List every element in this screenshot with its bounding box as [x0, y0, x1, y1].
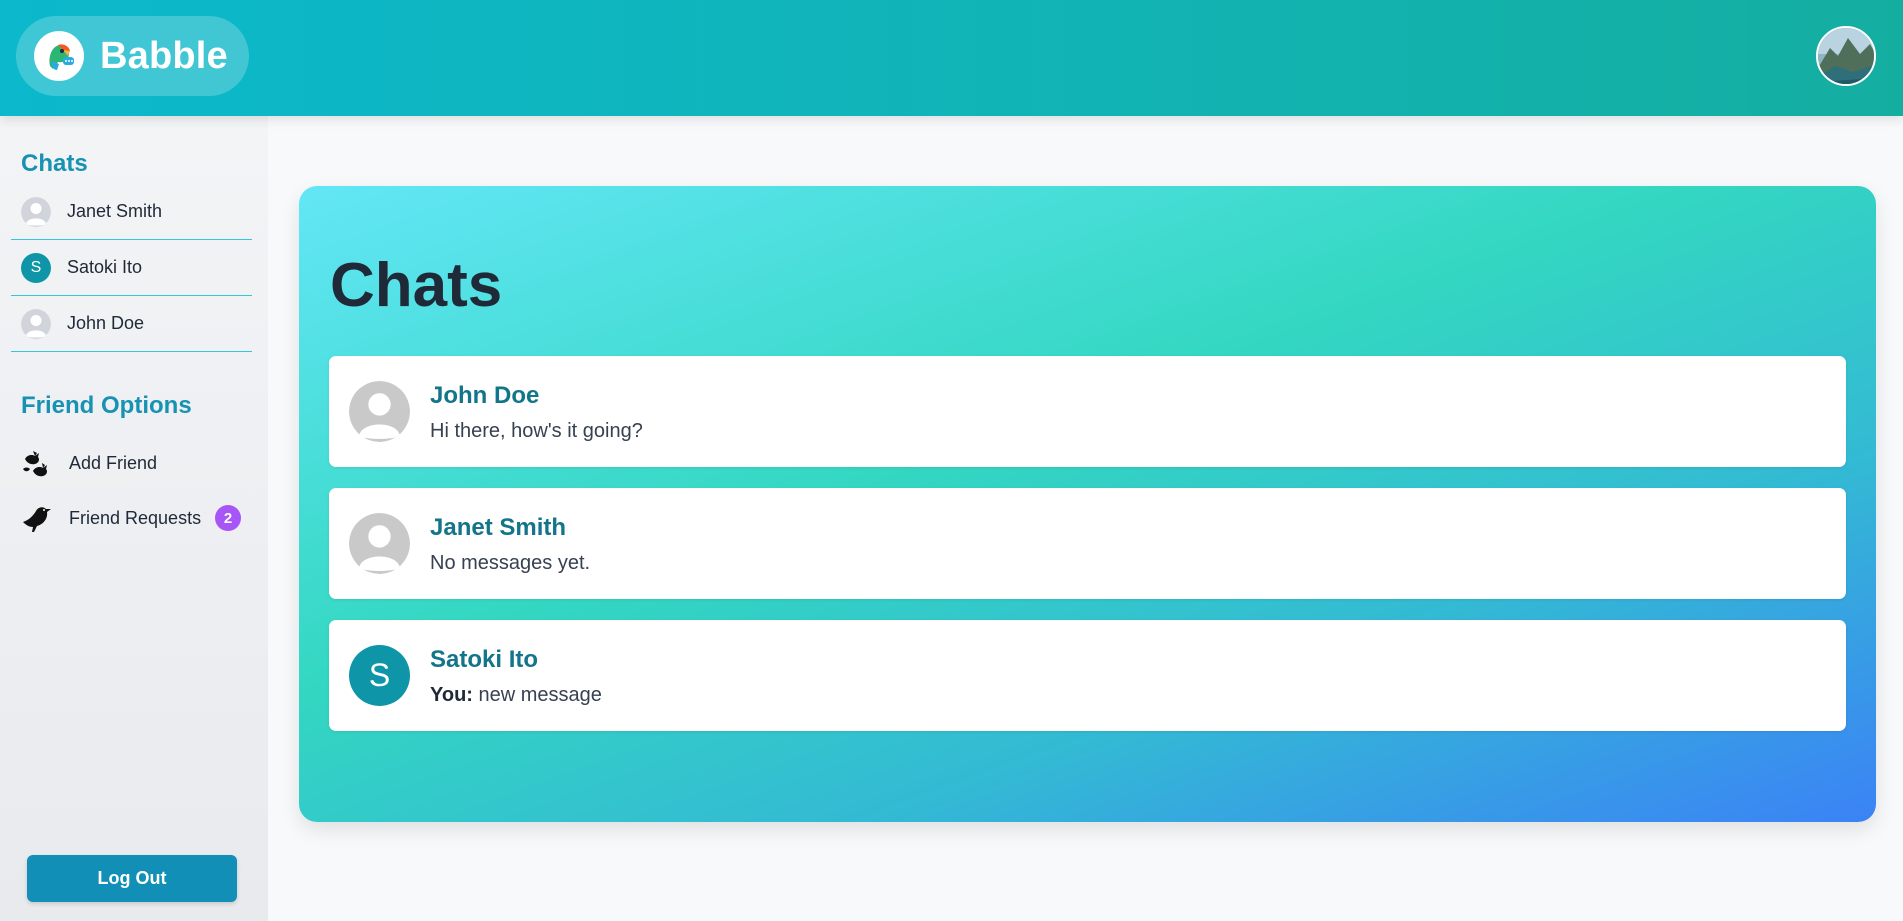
conversation-preview: No messages yet.	[430, 552, 591, 574]
sidebar-chat-satoki-ito[interactable]: S Satoki Ito	[11, 240, 252, 296]
add-friend-link[interactable]: Add Friend	[11, 435, 252, 491]
conversation-name: Satoki Ito	[430, 646, 539, 673]
default-avatar-icon	[349, 513, 410, 574]
chats-panel: Chats John Doe Hi there, how's it going?	[299, 186, 1876, 822]
app-root: Babble Chats Janet Smith S Satoki Ito Jo…	[0, 0, 1903, 921]
sidebar: Chats Janet Smith S Satoki Ito John Doe …	[0, 116, 268, 921]
conversation-john-doe[interactable]: John Doe Hi there, how's it going?	[329, 356, 1846, 467]
friend-requests-label: Friend Requests	[69, 507, 202, 528]
parrot-logo-icon	[34, 31, 84, 81]
sidebar-chat-label: John Doe	[67, 313, 145, 333]
sidebar-friend-options-title: Friend Options	[21, 392, 192, 419]
default-avatar-icon	[21, 308, 51, 339]
sidebar-chat-label: Satoki Ito	[67, 257, 143, 277]
logout-button[interactable]: Log Out	[27, 855, 237, 902]
conversation-preview: You: new message	[430, 684, 602, 707]
conversation-name: Janet Smith	[430, 514, 567, 541]
sidebar-chat-label: Janet Smith	[67, 201, 163, 221]
brand-name: Babble	[100, 34, 228, 77]
add-friend-label: Add Friend	[69, 452, 158, 473]
bird-icon	[21, 502, 53, 534]
conversation-preview: Hi there, how's it going?	[430, 420, 643, 442]
default-avatar-icon	[349, 381, 410, 442]
sidebar-chat-janet-smith[interactable]: Janet Smith	[11, 184, 252, 240]
default-avatar-icon	[21, 196, 51, 227]
birds-icon	[21, 447, 53, 479]
preview-message: new message	[472, 684, 602, 706]
sidebar-chats-title: Chats	[21, 150, 88, 177]
friend-requests-count-badge: 2	[215, 505, 242, 531]
page-title: Chats	[330, 251, 503, 320]
letter-avatar: S	[21, 252, 51, 283]
top-bar: Babble	[0, 0, 1903, 116]
letter-avatar: S	[349, 645, 410, 706]
brand-home-link[interactable]: Babble	[16, 16, 249, 96]
conversation-name: John Doe	[430, 382, 540, 409]
conversation-satoki-ito[interactable]: S Satoki Ito You: new message	[329, 620, 1846, 731]
user-photo-avatar[interactable]	[1816, 26, 1876, 86]
friend-requests-link[interactable]: Friend Requests 2	[11, 490, 252, 546]
preview-sender-prefix: You:	[430, 684, 473, 706]
conversation-janet-smith[interactable]: Janet Smith No messages yet.	[329, 488, 1846, 599]
sidebar-chat-john-doe[interactable]: John Doe	[11, 296, 252, 352]
